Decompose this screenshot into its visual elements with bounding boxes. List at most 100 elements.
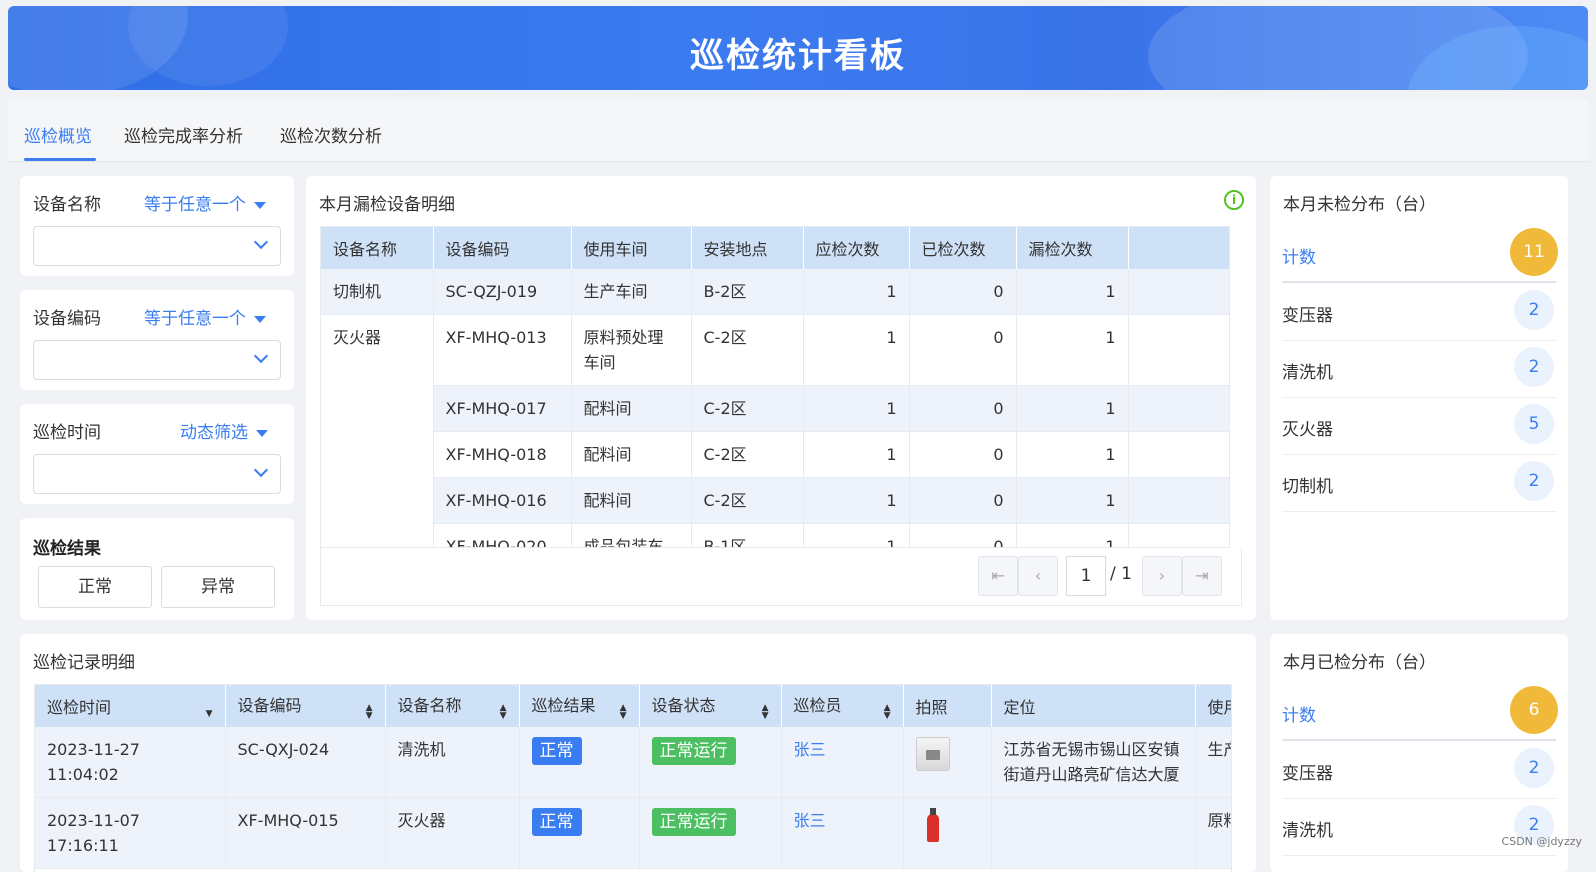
page-number-input[interactable]: 1 [1066,556,1106,596]
cell-missed: 1 [1016,385,1129,432]
table-row[interactable]: XF-MHQ-018 配料间 C-2区 1 0 1 [321,431,1229,478]
inspection-records-card: 巡检记录明细 巡检时间 ▼ 设备编码 ▲ ▼ 设备名称 ▲ ▼ 巡检结果 ▲ ▼ 设备状态 ▲ ▼… [20,634,1256,872]
cell-time: 2023-11-07 17:16:11 [35,797,226,869]
cell-code: SC-QZJ-019 [433,269,572,315]
distribution-item[interactable]: 变压器 2 [1282,742,1556,799]
cell-location: C-2区 [691,385,804,432]
column-header[interactable]: 已检次数 [909,227,1017,269]
fire-extinguisher-photo-thumbnail[interactable] [922,808,944,842]
filter-mode-dropdown[interactable]: 等于任意一个 [144,304,266,329]
tab-overview[interactable]: 巡检概览 [24,122,92,147]
distribution-item[interactable]: 清洗机 2 [1282,341,1556,398]
column-header[interactable]: 定位 [991,685,1196,727]
column-header[interactable]: 巡检时间 ▼ [35,685,226,727]
result-normal-button[interactable]: 正常 [38,566,152,608]
count-badge: 11 [1510,228,1558,276]
first-page-button[interactable]: ⇤ [978,556,1018,596]
caret-down-icon [254,201,266,209]
prev-page-button[interactable]: ‹ [1018,556,1058,596]
column-header[interactable]: 应检次数 [803,227,910,269]
table-row[interactable]: 切制机 SC-QZJ-019 生产车间 B-2区 1 0 1 [321,269,1229,315]
cell-name: 切制机 [321,269,434,315]
column-header[interactable]: 拍照 [903,685,992,727]
inspector-link[interactable]: 张三 [794,740,826,759]
cell-workshop: 生产车间 [571,269,692,315]
cell-done: 0 [909,314,1017,386]
column-header[interactable]: 设备名称 ▲ ▼ [385,685,520,727]
count-badge: 2 [1514,290,1554,330]
distribution-total[interactable]: 计数 11 [1282,226,1558,283]
cell-code: XF-MHQ-016 [433,477,572,524]
item-label: 清洗机 [1282,363,1333,383]
page-total: / 1 [1110,564,1132,584]
cell-location: B-2区 [691,269,804,315]
info-icon[interactable]: i [1224,190,1244,210]
tab-completion-rate[interactable]: 巡检完成率分析 [124,122,243,147]
device-photo-thumbnail[interactable] [915,737,950,771]
column-header[interactable]: 巡检结果 ▲ ▼ [519,685,640,727]
distribution-item[interactable]: 切制机 2 [1282,455,1556,512]
card-title: 本月漏检设备明细 [319,195,455,215]
cell-code: SC-QXJ-024 [225,727,386,798]
cell-done: 0 [909,385,1017,432]
column-header[interactable]: 设备编码 ▲ ▼ [225,685,386,727]
caret-down-icon [256,429,268,437]
cell-result: 正常 [519,797,640,869]
column-header[interactable]: 漏检次数 [1016,227,1129,269]
cell-due: 1 [803,314,910,386]
cell-location: C-2区 [691,314,804,386]
filter-inspect-time: 巡检时间 动态筛选 [20,404,294,504]
table-row[interactable]: XF-MHQ-020 成品包装车 B-1区 1 0 1 [321,523,1229,547]
records-table: 巡检时间 ▼ 设备编码 ▲ ▼ 设备名称 ▲ ▼ 巡检结果 ▲ ▼ 设备状态 ▲ ▼ 巡检员 ▲ ▼ … [34,684,1232,872]
inspect-time-select[interactable] [33,454,281,494]
device-code-select[interactable] [33,340,281,380]
table-row[interactable]: 灭火器 XF-MHQ-013 原料预处理车间 C-2区 1 0 1 [321,314,1229,547]
last-page-button[interactable]: ⇥ [1182,556,1222,596]
filter-mode-dropdown[interactable]: 等于任意一个 [144,190,266,215]
table-row[interactable]: 2023-11-07 17:16:11 XF-MHQ-015 灭火器 正常 正常… [35,797,1231,869]
sort-icon[interactable]: ▲ ▼ [500,704,507,721]
filter-mode-dropdown[interactable]: 动态筛选 [180,418,268,443]
table-row[interactable]: XF-MHQ-017 配料间 C-2区 1 0 1 [321,385,1229,432]
cell-name: 灭火器 [385,797,520,869]
column-header[interactable]: 使用车间 [571,227,692,269]
result-abnormal-button[interactable]: 异常 [161,566,275,608]
distribution-item[interactable]: 灭火器 5 [1282,398,1556,455]
column-header[interactable]: 使用 [1195,685,1231,727]
filter-label: 巡检时间 [33,423,101,443]
sort-icon[interactable]: ▲ ▼ [620,704,627,721]
filter-label: 设备编码 [33,309,101,329]
sort-icon[interactable]: ▲ ▼ [366,704,373,721]
column-header[interactable]: 设备编码 [433,227,572,269]
cell-photo [903,797,992,869]
tab-bar: 巡检概览 巡检完成率分析 巡检次数分析 [8,100,1588,162]
tab-inspection-count[interactable]: 巡检次数分析 [280,122,382,147]
device-name-select[interactable] [33,226,281,266]
next-page-button[interactable]: › [1142,556,1182,596]
column-header[interactable]: 设备名称 [321,227,434,269]
missed-table: 设备名称 设备编码 使用车间 安装地点 应检次数 已检次数 漏检次数 切制机 S… [320,226,1230,548]
cell-status: 正常运行 [639,797,782,869]
distribution-total[interactable]: 计数 6 [1282,684,1558,741]
column-header[interactable]: 设备状态 ▲ ▼ [639,685,782,727]
sort-icon[interactable]: ▲ ▼ [884,704,891,721]
table-row[interactable]: 2023-11-27 11:04:02 SC-QXJ-024 清洗机 正常 正常… [35,727,1231,798]
cell-time: 2023-11-27 11:04:02 [35,727,226,798]
cell-done: 0 [909,431,1017,478]
cell-location: B-1区 [691,523,804,547]
cell-workshop: 配料间 [571,477,692,524]
count-badge: 2 [1514,347,1554,387]
distribution-item[interactable]: 变压器 2 [1282,284,1556,341]
sort-icon[interactable]: ▲ ▼ [762,704,769,721]
sort-desc-icon[interactable]: ▼ [206,710,213,719]
card-title: 本月未检分布（台） [1283,195,1436,215]
inspector-link[interactable]: 张三 [794,811,826,830]
table-row[interactable]: XF-MHQ-016 配料间 C-2区 1 0 1 [321,477,1229,524]
column-header[interactable]: 安装地点 [691,227,804,269]
cell-photo [903,727,992,798]
item-label: 灭火器 [1282,420,1333,440]
cell-due: 1 [803,431,910,478]
column-header[interactable]: 巡检员 ▲ ▼ [781,685,904,727]
item-label: 清洗机 [1282,821,1333,841]
cell-inspector: 张三 [781,797,904,869]
